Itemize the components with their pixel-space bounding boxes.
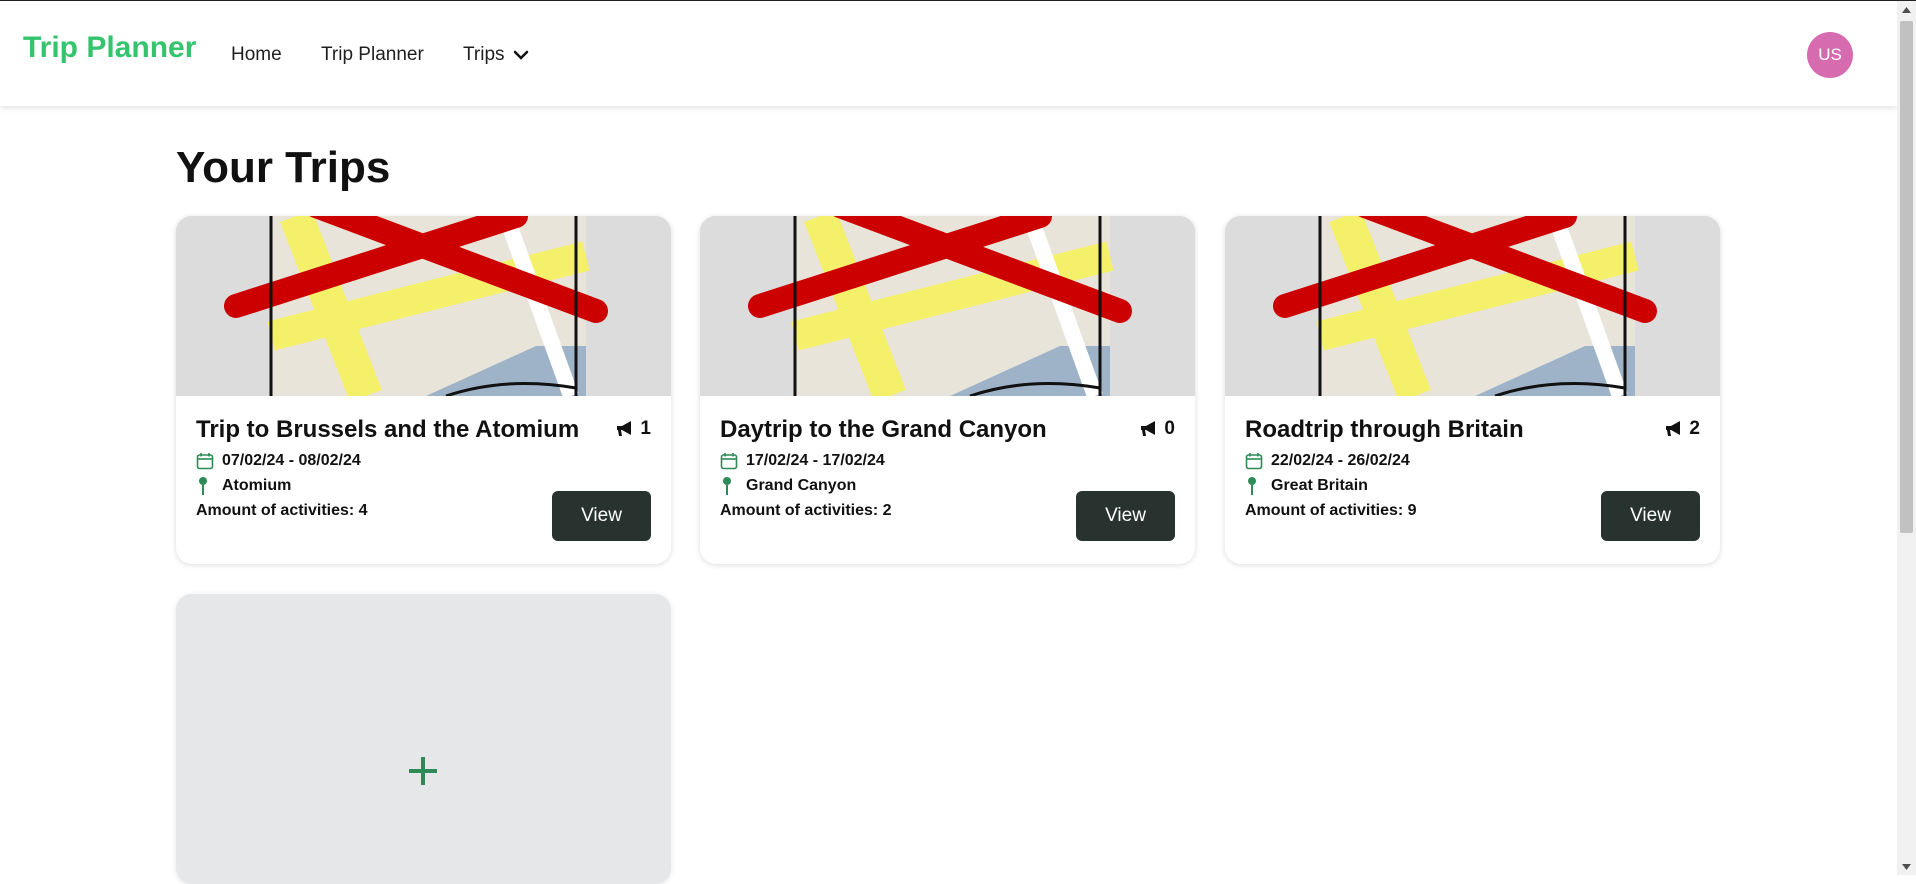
map-pin-icon (199, 477, 207, 495)
announcement-count-value: 0 (1164, 418, 1175, 439)
view-trip-button[interactable]: View (1601, 491, 1700, 541)
trip-card: Trip to Brussels and the Atomium 1 07/02… (176, 216, 671, 564)
megaphone-icon (617, 421, 632, 436)
trip-dates-text: 07/02/24 - 08/02/24 (222, 452, 361, 469)
announcement-count-value: 2 (1689, 418, 1700, 439)
trip-card: Daytrip to the Grand Canyon 0 17/02/24 -… (700, 216, 1195, 564)
scroll-thumb[interactable] (1900, 21, 1913, 533)
megaphone-icon (1666, 421, 1681, 436)
nav-link-home[interactable]: Home (231, 44, 282, 66)
add-trip-card[interactable] (176, 594, 671, 884)
navbar: Trip Planner Home Trip Planner Trips US (0, 1, 1897, 106)
broken-map-image (176, 216, 671, 396)
scroll-up-arrow-icon[interactable] (1897, 1, 1916, 18)
trip-title: Daytrip to the Grand Canyon (720, 416, 1047, 443)
trip-title: Trip to Brussels and the Atomium (196, 416, 580, 443)
broken-map-image (1225, 216, 1720, 396)
trip-card: Roadtrip through Britain 2 22/02/24 - 26… (1225, 216, 1720, 564)
trip-location-text: Great Britain (1271, 477, 1368, 494)
announcement-count-value: 1 (640, 418, 651, 439)
map-pin-icon (1248, 477, 1256, 495)
trip-dates: 22/02/24 - 26/02/24 (1245, 452, 1700, 470)
broken-map-image (700, 216, 1195, 396)
trip-dates-text: 22/02/24 - 26/02/24 (1271, 452, 1410, 469)
user-avatar[interactable]: US (1807, 32, 1853, 78)
trip-location-text: Atomium (222, 477, 292, 494)
nav-trips-label: Trips (463, 44, 505, 65)
page-title: Your Trips (176, 143, 391, 192)
nav-link-trip-planner[interactable]: Trip Planner (321, 44, 424, 66)
trip-dates-text: 17/02/24 - 17/02/24 (746, 452, 885, 469)
brand-logo[interactable]: Trip Planner (23, 31, 196, 65)
announcement-count: 2 (1664, 418, 1700, 440)
plus-icon (409, 757, 437, 785)
view-trip-button[interactable]: View (1076, 491, 1175, 541)
calendar-icon (196, 453, 214, 470)
calendar-icon (720, 453, 738, 470)
chevron-down-icon (513, 50, 528, 60)
nav-dropdown-trips[interactable]: Trips (463, 44, 529, 66)
calendar-icon (1245, 453, 1263, 470)
trip-dates: 17/02/24 - 17/02/24 (720, 452, 1175, 470)
view-trip-button[interactable]: View (552, 491, 651, 541)
trip-location-text: Grand Canyon (746, 477, 857, 494)
map-pin-icon (723, 477, 731, 495)
trip-title: Roadtrip through Britain (1245, 416, 1524, 443)
announcement-count: 1 (615, 418, 651, 440)
scroll-down-arrow-icon[interactable] (1897, 858, 1916, 875)
page-scrollbar[interactable] (1897, 1, 1916, 875)
megaphone-icon (1141, 421, 1156, 436)
announcement-count: 0 (1139, 418, 1175, 440)
trip-dates: 07/02/24 - 08/02/24 (196, 452, 651, 470)
